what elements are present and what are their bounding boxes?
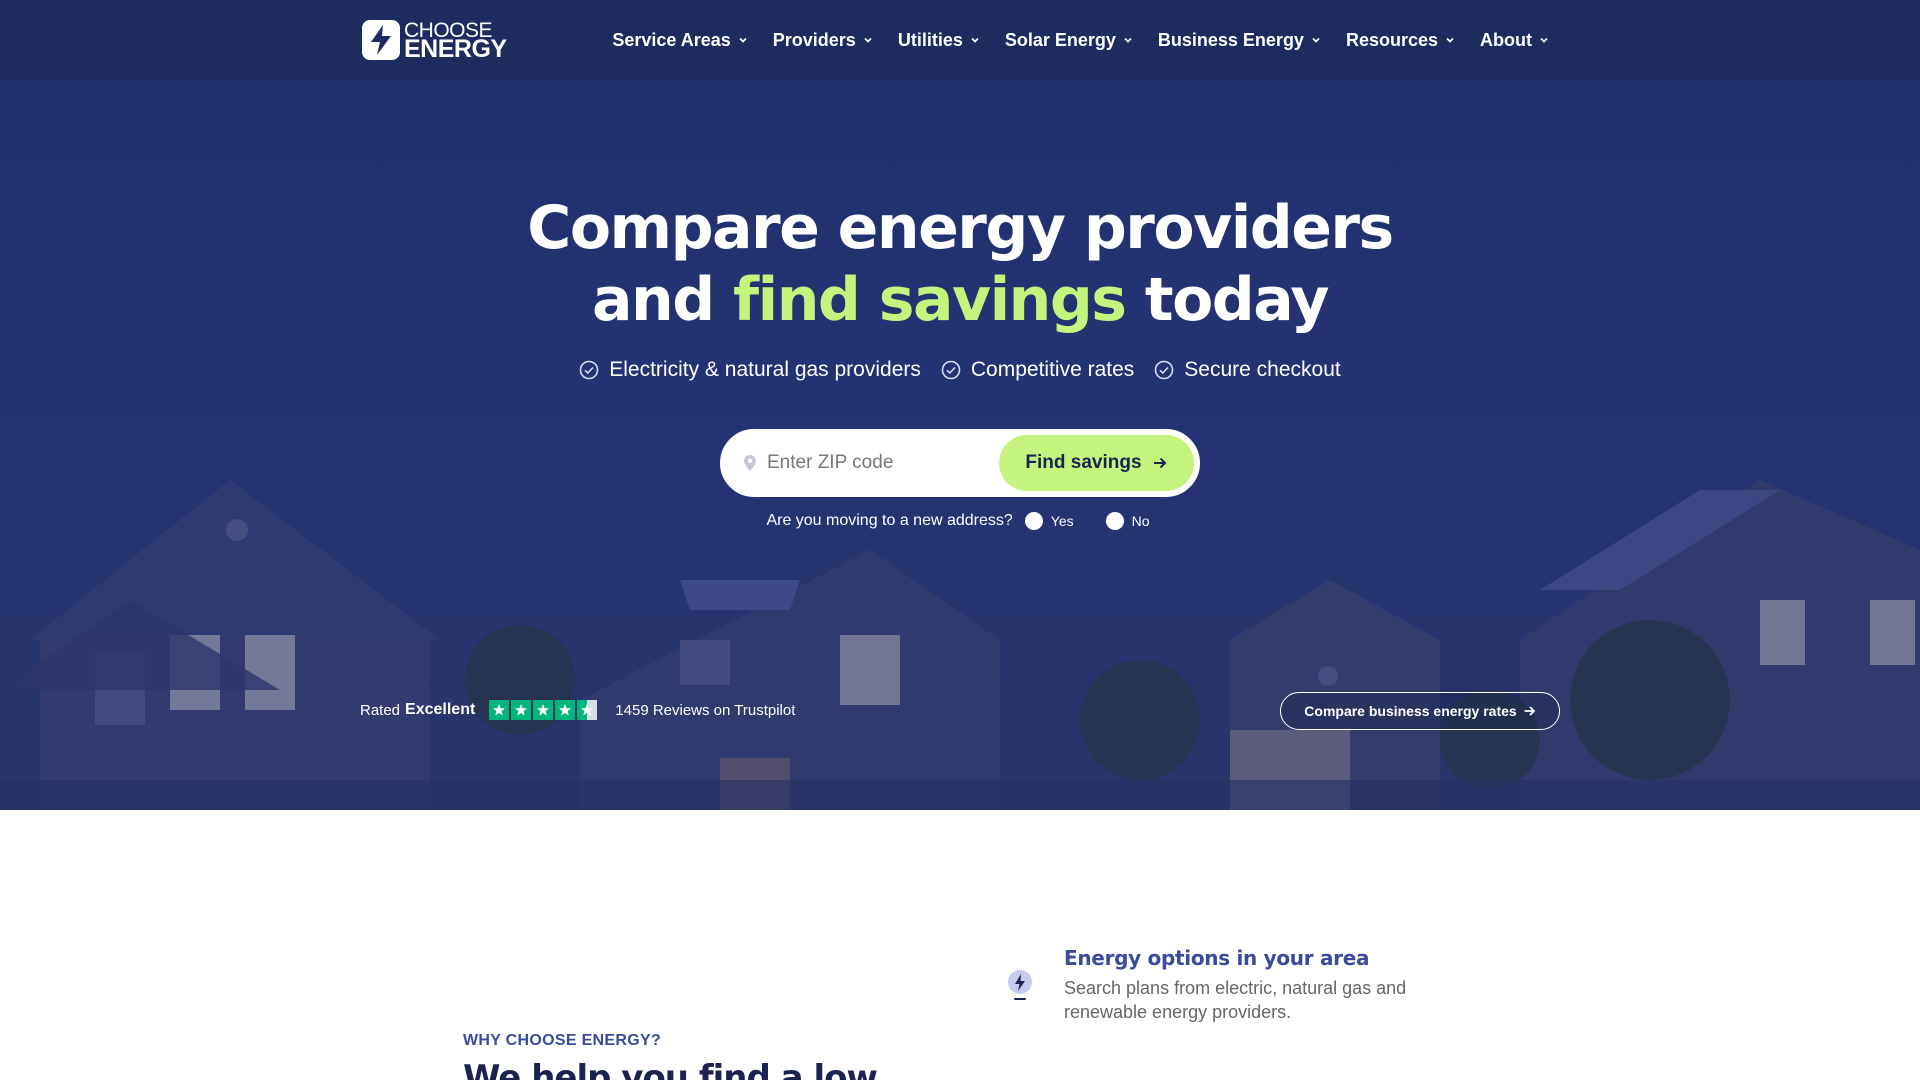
chevron-down-icon	[739, 37, 747, 43]
check-circle-icon	[1154, 360, 1174, 380]
feature-item: Secure checkout	[1154, 358, 1341, 382]
why-choose-label: WHY CHOOSE ENERGY?	[463, 1032, 662, 1049]
site-header: CHOOSE ENERGY Service Areas Providers Ut…	[0, 0, 1920, 80]
hero-heading-line2: and find savings today	[0, 264, 1920, 336]
hero-heading-prefix: and	[591, 265, 734, 335]
hero-heading: Compare energy providers and find saving…	[0, 192, 1920, 336]
moving-yes-radio[interactable]	[1024, 512, 1043, 530]
choose-energy-logo[interactable]: CHOOSE ENERGY	[362, 20, 507, 63]
nav-solar-energy[interactable]: Solar Energy	[1005, 30, 1134, 51]
energy-options-text: Energy options in your area Search plans…	[1064, 946, 1444, 1024]
lightbulb-icon	[1008, 970, 1032, 1000]
logo-line2: ENERGY	[404, 35, 507, 63]
trustpilot-rating[interactable]: Rated Excellent 1459 Reviews on Trustpil…	[360, 700, 795, 720]
moving-no-radio[interactable]	[1105, 512, 1124, 530]
energy-options-title: Energy options in your area	[1064, 946, 1370, 970]
nav-label: Business Energy	[1157, 29, 1304, 50]
rating-label: Excellent	[405, 701, 476, 718]
feature-item: Competitive rates	[941, 358, 1134, 382]
moving-question: Are you moving to a new address?	[766, 512, 1013, 529]
chevron-down-icon	[1124, 37, 1132, 43]
rating-prefix: Rated	[360, 701, 401, 719]
moving-no-label: No	[1131, 513, 1150, 529]
nav-about[interactable]: About	[1480, 30, 1550, 51]
feature-label: Secure checkout	[1184, 358, 1341, 381]
main-nav: Service Areas Providers Utilities Solar …	[588, 0, 1550, 80]
nav-resources[interactable]: Resources	[1346, 30, 1456, 51]
chevron-down-icon	[1540, 37, 1548, 43]
hero-features: Electricity & natural gas providers Comp…	[0, 358, 1920, 382]
trustpilot-stars	[489, 700, 599, 720]
arrow-right-icon	[1524, 706, 1535, 716]
location-pin-icon	[744, 455, 756, 471]
zip-code-input[interactable]	[767, 452, 987, 474]
find-savings-button[interactable]: Find savings	[999, 435, 1194, 491]
reviews-count: 1459 Reviews on Trustpilot	[615, 701, 796, 719]
hero-heading-line1: Compare energy providers	[527, 193, 1394, 263]
hero-heading-accent: find savings	[733, 265, 1127, 335]
energy-options-feature: Energy options in your area Search plans…	[1004, 946, 1444, 1024]
nav-service-areas[interactable]: Service Areas	[612, 30, 748, 51]
nav-label: Providers	[772, 29, 856, 50]
nav-label: Resources	[1345, 29, 1439, 50]
nav-label: About	[1480, 29, 1532, 50]
lightning-bolt-icon	[362, 20, 400, 60]
chevron-down-icon	[1312, 37, 1320, 43]
star-icon	[533, 700, 554, 720]
nav-label: Solar Energy	[1004, 29, 1116, 50]
star-icon	[555, 700, 576, 720]
moving-yes-label: Yes	[1050, 513, 1074, 529]
nav-label: Utilities	[897, 29, 963, 50]
feature-label: Electricity & natural gas providers	[609, 358, 921, 381]
logo-wordmark: CHOOSE ENERGY	[404, 20, 507, 63]
hero-section: Compare energy providers and find saving…	[0, 80, 1920, 810]
chevron-down-icon	[971, 37, 979, 43]
compare-business-label: Compare business energy rates	[1304, 703, 1517, 719]
energy-options-desc: Search plans from electric, natural gas …	[1064, 978, 1407, 1022]
check-circle-icon	[941, 360, 961, 380]
nav-utilities[interactable]: Utilities	[898, 30, 981, 51]
star-icon	[511, 700, 532, 720]
half-star-icon	[577, 700, 598, 720]
hero-heading-suffix: today	[1125, 265, 1330, 335]
zip-search-bar: Find savings	[720, 429, 1200, 497]
find-savings-label: Find savings	[1025, 452, 1142, 473]
star-icon	[489, 700, 510, 720]
chevron-down-icon	[864, 37, 872, 43]
moving-question-row: Are you moving to a new address? Yes No	[0, 512, 1920, 530]
arrow-right-icon	[1153, 457, 1166, 469]
nav-label: Service Areas	[612, 29, 731, 50]
chevron-down-icon	[1446, 37, 1454, 43]
nav-providers[interactable]: Providers	[773, 30, 874, 51]
feature-item: Electricity & natural gas providers	[579, 358, 921, 382]
feature-label: Competitive rates	[970, 358, 1135, 381]
compare-business-rates-button[interactable]: Compare business energy rates	[1280, 692, 1560, 730]
check-circle-icon	[579, 360, 599, 380]
nav-business-energy[interactable]: Business Energy	[1158, 30, 1322, 51]
why-choose-heading: We help you find a low	[463, 1058, 878, 1080]
